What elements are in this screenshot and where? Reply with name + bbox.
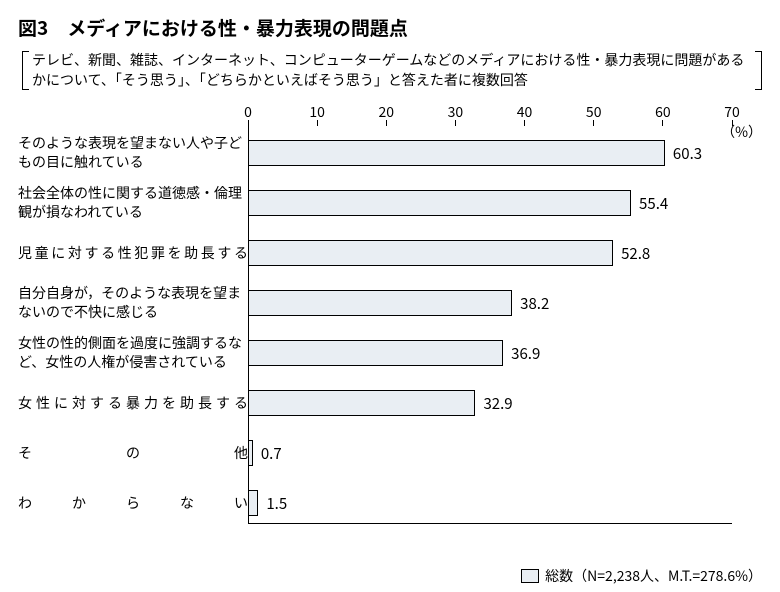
bar-row: 52.8 <box>248 228 732 278</box>
tick-label: 60 <box>651 102 675 122</box>
value-label: 0.7 <box>261 443 282 464</box>
category-row: その他 <box>18 428 248 478</box>
tick-mark <box>455 120 456 126</box>
chart-title: 図3 メディアにおける性・暴力表現の問題点 <box>18 14 762 41</box>
category-row: そのような表現を望まない人や子どもの目に触れている <box>18 128 248 178</box>
category-label: 女性の性的側面を過度に強調するなど、女性の人権が侵害されている <box>18 334 248 372</box>
bar <box>248 290 512 316</box>
tick-mark <box>593 120 594 126</box>
category-label: その他 <box>18 444 248 463</box>
bar-row: 1.5 <box>248 478 732 528</box>
bar <box>248 240 613 266</box>
value-label: 52.8 <box>621 243 650 264</box>
category-label: 自分自身が，そのような表現を望まないので不快に感じる <box>18 284 248 322</box>
value-label: 32.9 <box>483 393 512 414</box>
value-label: 36.9 <box>511 343 540 364</box>
bar-row: 36.9 <box>248 328 732 378</box>
category-row: 社会全体の性に関する道徳感・倫理観が損なわれている <box>18 178 248 228</box>
value-label: 60.3 <box>673 143 702 164</box>
tick-label: 10 <box>305 102 329 122</box>
plot-area: （%） 010203040506070 60.355.452.838.236.9… <box>248 100 762 528</box>
tick-label: 0 <box>236 102 260 122</box>
value-label: 1.5 <box>266 493 287 514</box>
bar <box>248 190 631 216</box>
bars: 60.3 55.4 52.8 38.2 36.9 32.9 0.7 1.5 <box>248 128 732 528</box>
legend: 総数（N=2,238人、M.T.=278.6%） <box>521 566 762 586</box>
category-row: 女性の性的側面を過度に強調するなど、女性の人権が侵害されている <box>18 328 248 378</box>
category-label: わからない <box>18 494 248 513</box>
tick-mark <box>386 120 387 126</box>
tick-mark <box>248 120 249 126</box>
tick-label: 40 <box>513 102 537 122</box>
category-label: 社会全体の性に関する道徳感・倫理観が損なわれている <box>18 184 248 222</box>
bar <box>248 140 665 166</box>
value-label: 38.2 <box>520 293 549 314</box>
category-row: 児童に対する性犯罪を助長する <box>18 228 248 278</box>
bar <box>248 440 253 466</box>
tick-label: 20 <box>374 102 398 122</box>
bar-row: 32.9 <box>248 378 732 428</box>
tick-label: 50 <box>582 102 606 122</box>
bar <box>248 390 475 416</box>
category-labels-col: そのような表現を望まない人や子どもの目に触れている社会全体の性に関する道徳感・倫… <box>18 100 248 528</box>
legend-text: 総数（N=2,238人、M.T.=278.6%） <box>545 566 762 586</box>
tick-label: 70 <box>720 102 744 122</box>
legend-swatch <box>521 569 539 583</box>
bar-row: 55.4 <box>248 178 732 228</box>
tick-mark <box>732 120 733 126</box>
bar-row: 0.7 <box>248 428 732 478</box>
bar <box>248 490 258 516</box>
category-row: わからない <box>18 478 248 528</box>
tick-mark <box>662 120 663 126</box>
category-row: 女性に対する暴力を助長する <box>18 378 248 428</box>
value-label: 55.4 <box>639 193 668 214</box>
tick-label: 30 <box>443 102 467 122</box>
chart: そのような表現を望まない人や子どもの目に触れている社会全体の性に関する道徳感・倫… <box>18 100 762 528</box>
category-label: そのような表現を望まない人や子どもの目に触れている <box>18 134 248 172</box>
chart-subtitle: テレビ、新聞、雑誌、インターネット、コンピューターゲームなどのメディアにおける性… <box>18 51 762 90</box>
tick-mark <box>317 120 318 126</box>
category-label: 児童に対する性犯罪を助長する <box>18 244 248 263</box>
category-label: 女性に対する暴力を助長する <box>18 394 248 413</box>
bar-row: 60.3 <box>248 128 732 178</box>
bar-row: 38.2 <box>248 278 732 328</box>
tick-mark <box>524 120 525 126</box>
category-row: 自分自身が，そのような表現を望まないので不快に感じる <box>18 278 248 328</box>
bar <box>248 340 503 366</box>
